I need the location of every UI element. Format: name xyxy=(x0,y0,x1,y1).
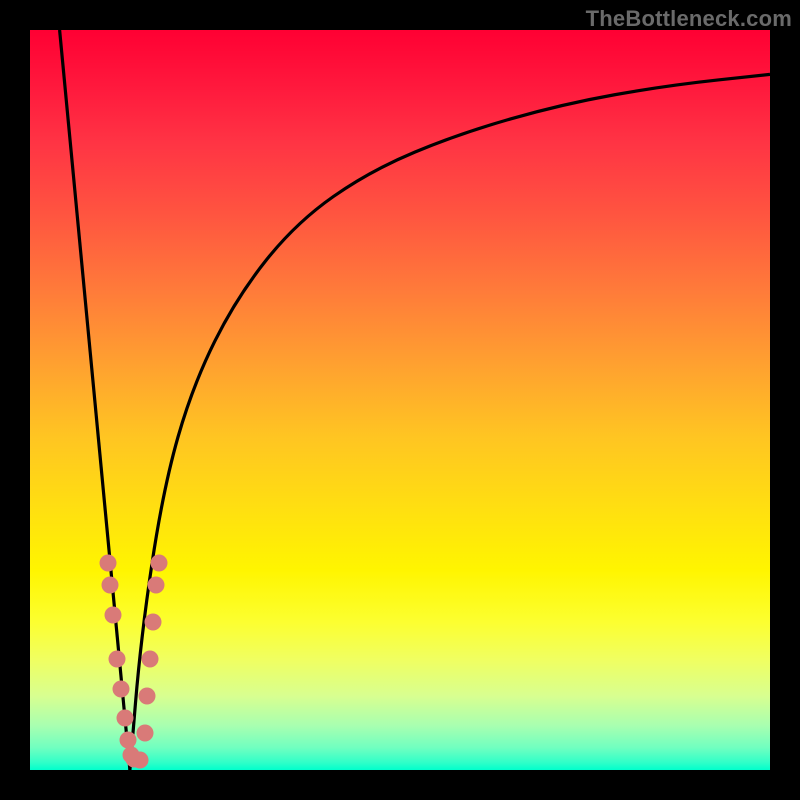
chart-canvas: TheBottleneck.com xyxy=(0,0,800,800)
plot-area xyxy=(30,30,770,770)
data-point xyxy=(136,725,153,742)
data-point xyxy=(116,710,133,727)
data-point xyxy=(109,651,126,668)
data-point xyxy=(147,577,164,594)
data-point xyxy=(131,752,148,769)
data-point xyxy=(104,606,121,623)
right-rising-curve xyxy=(130,74,770,770)
watermark-text: TheBottleneck.com xyxy=(586,6,792,32)
data-point xyxy=(144,614,161,631)
data-point xyxy=(113,680,130,697)
data-point xyxy=(101,577,118,594)
data-point xyxy=(99,554,116,571)
data-point xyxy=(141,651,158,668)
data-point xyxy=(150,554,167,571)
data-point xyxy=(138,688,155,705)
